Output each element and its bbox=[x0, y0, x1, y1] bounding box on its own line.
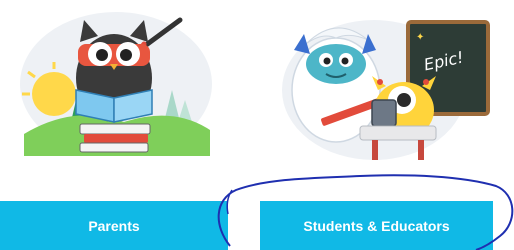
parents-button[interactable]: Parents bbox=[0, 201, 228, 250]
students-educators-button-label: Students & Educators bbox=[303, 217, 450, 234]
owl-reading-book-icon bbox=[20, 12, 212, 156]
role-select-page: Epic! ✦ Parents Students & Educators bbox=[0, 0, 514, 250]
yeti-and-monster-classroom-icon: Epic! ✦ bbox=[282, 20, 490, 160]
parents-button-label: Parents bbox=[88, 217, 140, 234]
svg-text:✦: ✦ bbox=[416, 32, 424, 43]
students-educators-button[interactable]: Students & Educators bbox=[260, 201, 493, 250]
